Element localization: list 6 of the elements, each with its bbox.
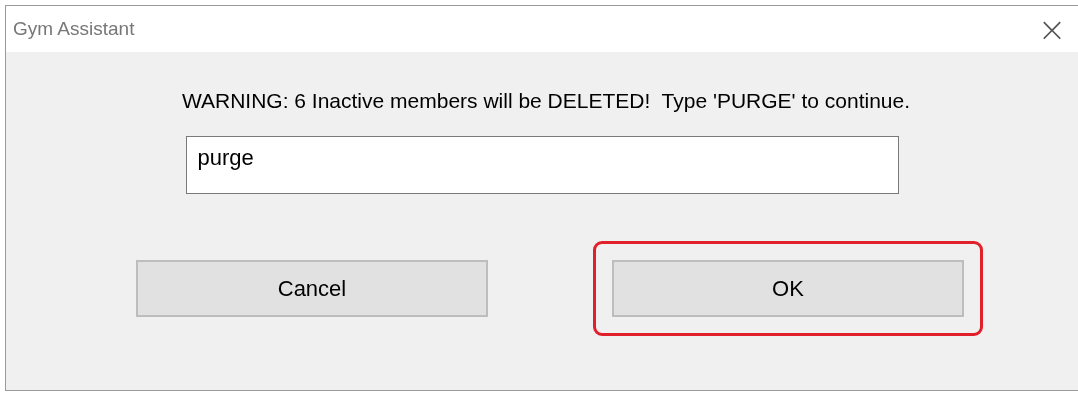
input-field[interactable]: purge bbox=[185, 136, 899, 194]
window-title: Gym Assistant bbox=[13, 18, 135, 40]
dialog-button[interactable]: Cancel bbox=[136, 260, 488, 317]
close-button[interactable]: × bbox=[1026, 6, 1078, 52]
warning-message: WARNING: 6 Inactive members will be DELETED! Type 'PURGE' to continue. bbox=[181, 89, 911, 113]
dialog-button[interactable]: OK bbox=[612, 260, 964, 317]
